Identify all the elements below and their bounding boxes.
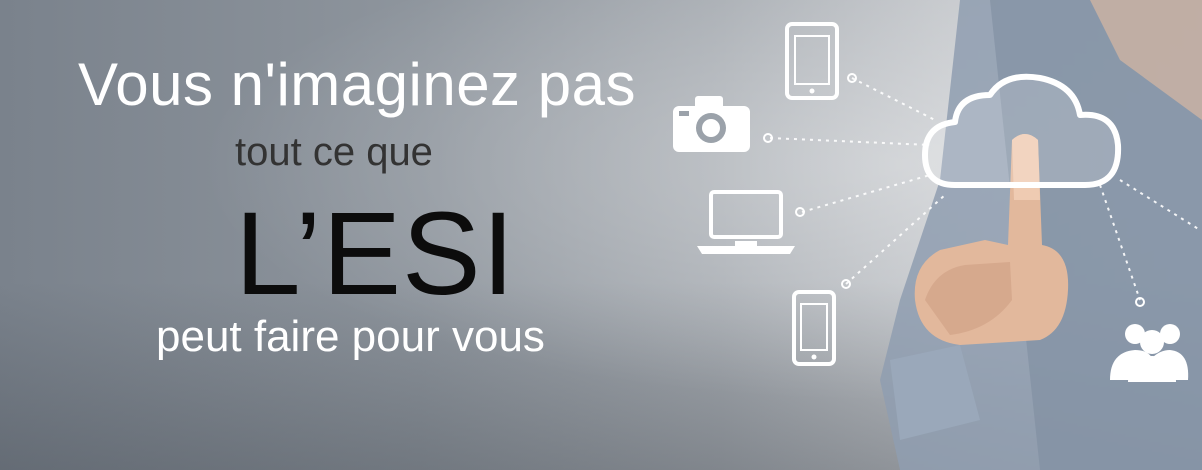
phone-icon bbox=[792, 290, 836, 366]
headline-line-4: peut faire pour vous bbox=[156, 312, 545, 361]
hero-banner: Vous n'imaginez pas tout ce que L’ESI pe… bbox=[0, 0, 1202, 470]
headline: Vous n'imaginez pas tout ce que L’ESI pe… bbox=[0, 0, 760, 470]
tablet-icon bbox=[785, 22, 839, 100]
headline-line-2: tout ce que bbox=[235, 130, 433, 174]
headline-line-1: Vous n'imaginez pas bbox=[78, 51, 636, 118]
headline-brand: L’ESI bbox=[235, 188, 516, 320]
